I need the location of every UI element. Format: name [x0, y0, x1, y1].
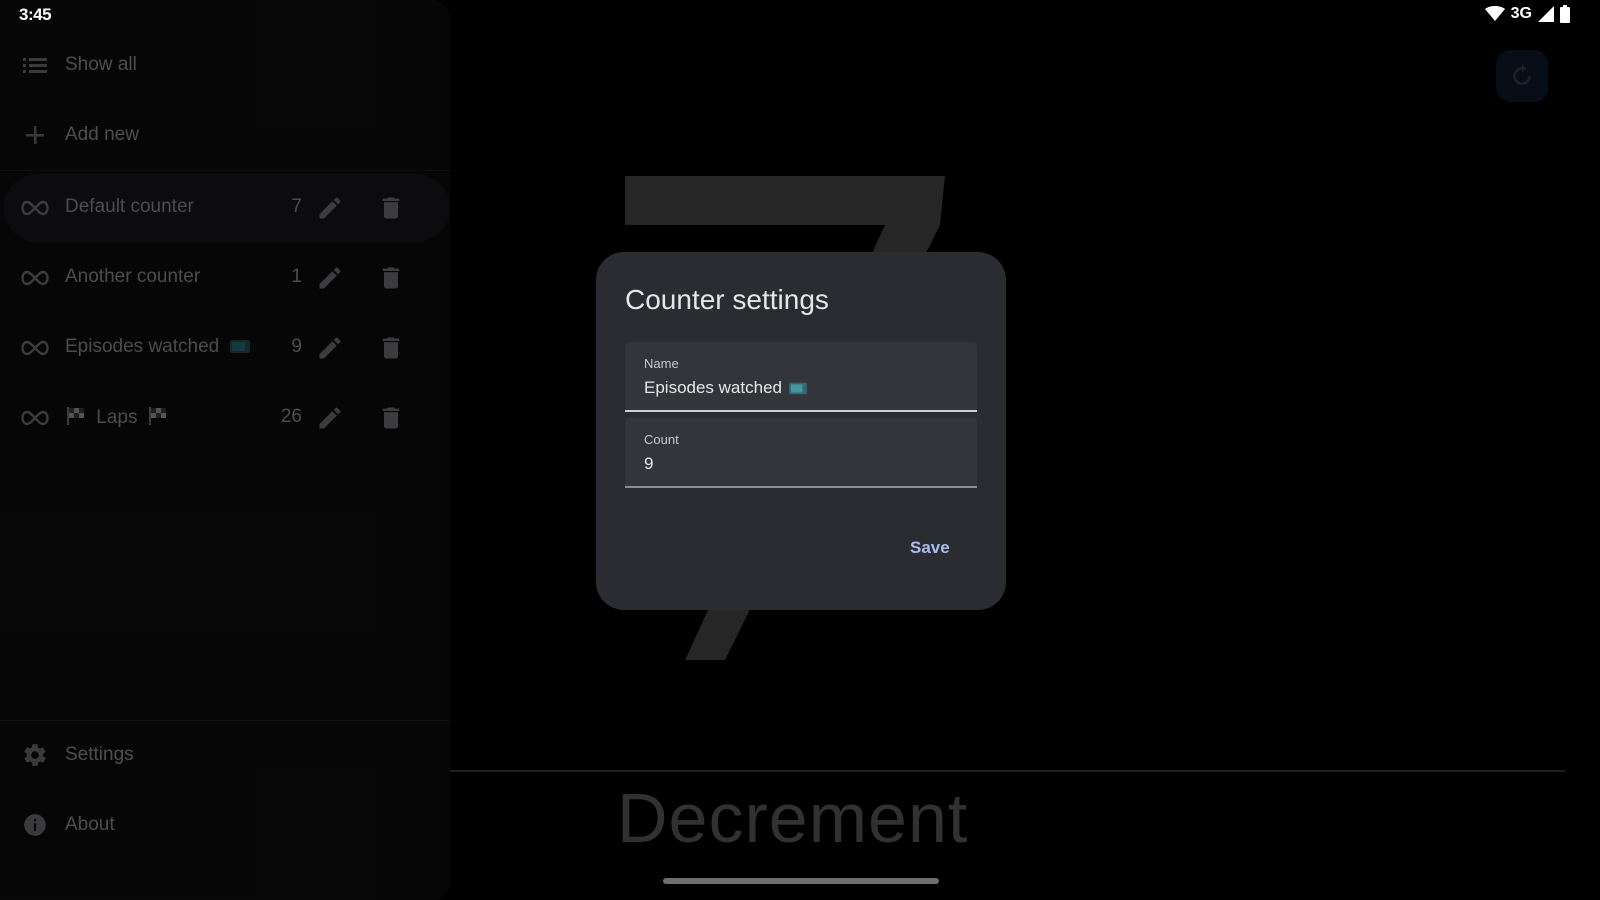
- name-field-value[interactable]: Episodes watched: [644, 378, 808, 398]
- status-bar: 3:45 3G: [0, 0, 1600, 30]
- tv-emoji-icon: [789, 382, 807, 395]
- name-field-underline: [625, 410, 977, 412]
- count-field[interactable]: Count 9: [625, 418, 977, 488]
- network-type: 3G: [1510, 5, 1532, 22]
- count-field-value[interactable]: 9: [644, 454, 653, 474]
- save-button[interactable]: Save: [902, 534, 958, 562]
- status-time: 3:45: [19, 5, 52, 24]
- wifi-icon: [1484, 6, 1505, 21]
- status-icons: 3G: [1484, 5, 1570, 23]
- name-field-label: Name: [644, 356, 679, 371]
- name-field[interactable]: Name Episodes watched: [625, 342, 977, 412]
- count-field-label: Count: [644, 432, 679, 447]
- count-field-underline: [625, 486, 977, 488]
- signal-icon: [1538, 6, 1554, 22]
- dialog-title: Counter settings: [625, 284, 829, 315]
- name-field-text: Episodes watched: [644, 378, 782, 397]
- counter-settings-dialog: Counter settings Name Episodes watched C…: [596, 252, 1006, 610]
- battery-icon: [1560, 5, 1570, 23]
